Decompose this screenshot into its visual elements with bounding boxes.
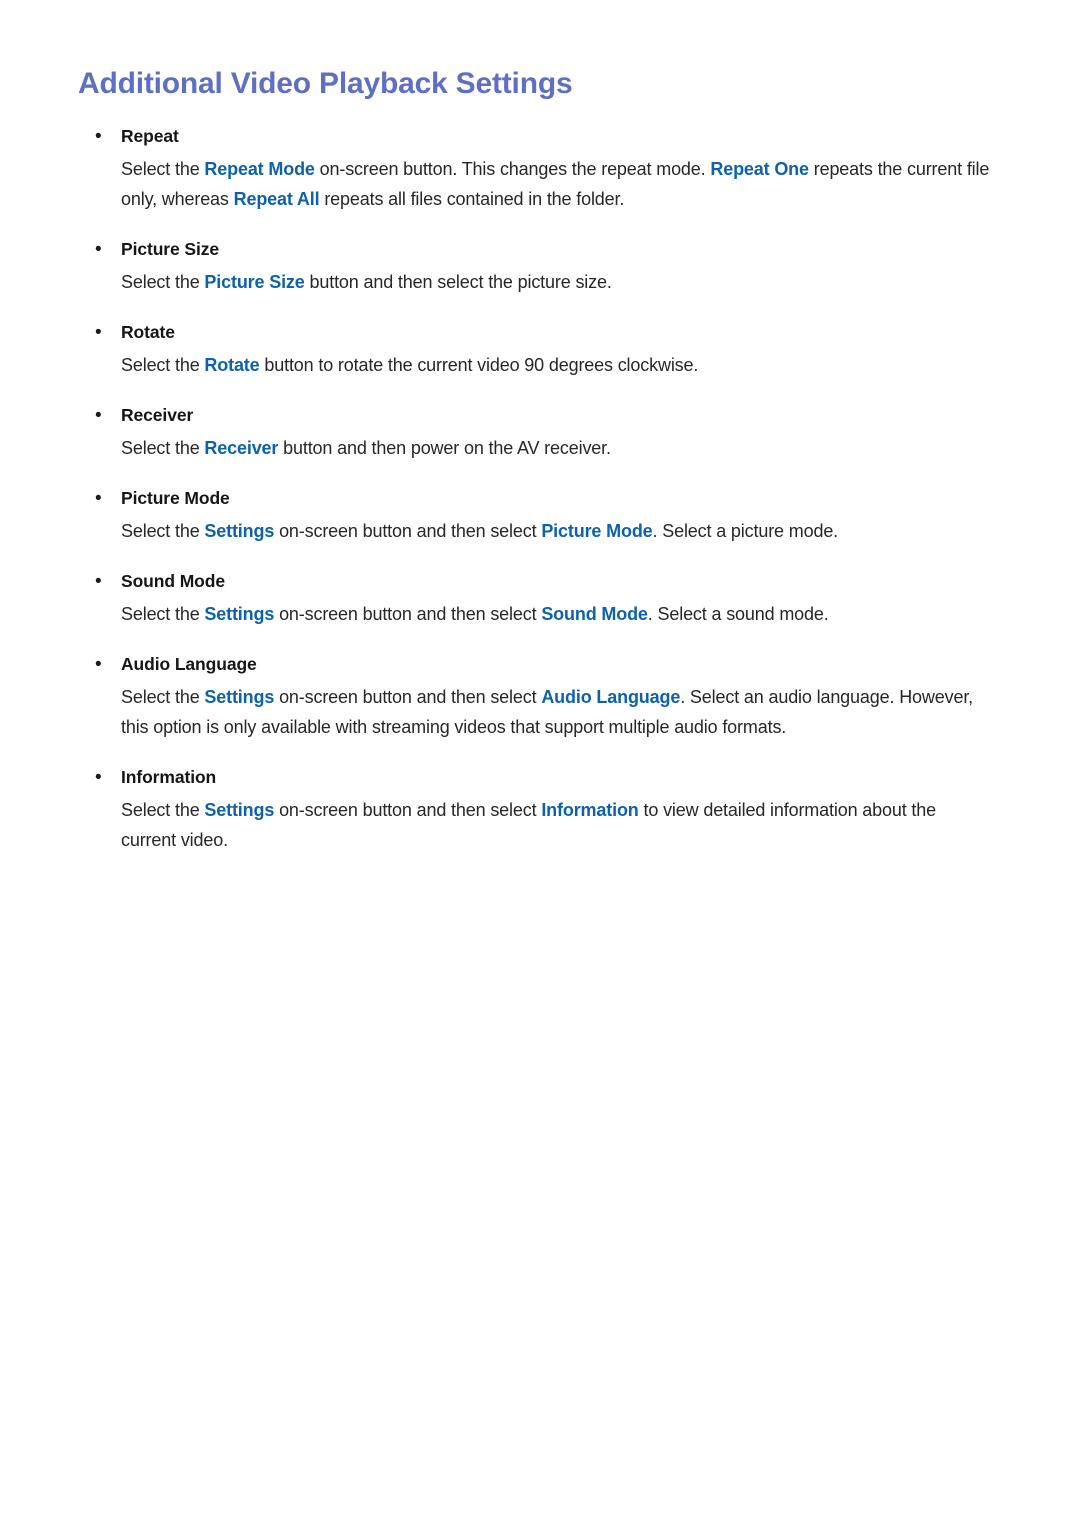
ui-term-reference[interactable]: Settings: [204, 521, 274, 541]
body-text: Select the: [121, 604, 205, 625]
section-label: Picture Size: [121, 239, 220, 260]
bullet-heading-row: • Repeat: [78, 123, 990, 150]
body-text: repeats all files contained in the folde…: [319, 189, 625, 210]
bullet-dot-icon: •: [95, 488, 102, 510]
settings-section: • Picture Size Select the Picture Size but…: [78, 236, 990, 297]
ui-term-reference[interactable]: Audio Language: [541, 687, 680, 707]
settings-section: • Rotate Select the Rotate button to rotat…: [78, 319, 990, 380]
body-text: on-screen button and then select: [274, 521, 542, 542]
settings-section: • Sound Mode Select the Settings on-screen…: [78, 568, 990, 629]
ui-term-reference[interactable]: Repeat All: [234, 189, 320, 209]
body-text: . Select a picture mode.: [652, 521, 839, 542]
bullet-heading-row: • Audio Language: [78, 651, 990, 678]
ui-term-reference[interactable]: Settings: [204, 604, 274, 624]
ui-term-reference[interactable]: Settings: [204, 687, 274, 707]
section-label: Repeat: [121, 126, 179, 147]
section-label: Information: [121, 767, 217, 788]
section-label: Picture Mode: [121, 488, 230, 509]
bullet-heading-row: • Picture Mode: [78, 485, 990, 512]
settings-section: • Receiver Select the Receiver button and …: [78, 402, 990, 463]
body-text: Select the: [121, 800, 205, 821]
section-description: Select the Picture Size button and then …: [78, 267, 990, 297]
section-description: Select the Settings on-screen button and…: [78, 795, 990, 855]
body-text: Select the: [121, 521, 205, 542]
ui-term-reference[interactable]: Repeat Mode: [204, 159, 315, 179]
bullet-dot-icon: •: [95, 322, 102, 344]
body-text: Select the: [121, 159, 205, 180]
bullet-dot-icon: •: [95, 767, 102, 789]
section-description: Select the Settings on-screen button and…: [78, 516, 990, 546]
settings-section: • Picture Mode Select the Settings on-scre…: [78, 485, 990, 546]
ui-term-reference[interactable]: Receiver: [204, 438, 278, 458]
section-description: Select the Settings on-screen button and…: [78, 599, 990, 629]
body-text: . Select a sound mode.: [647, 604, 829, 625]
bullet-heading-row: • Receiver: [78, 402, 990, 429]
body-text: on-screen button. This changes the repea…: [314, 159, 711, 180]
page-title: Additional Video Playback Settings: [78, 67, 573, 100]
document-page: Additional Video Playback Settings • Repe…: [0, 0, 1080, 1527]
ui-term-reference[interactable]: Information: [541, 800, 638, 820]
section-label: Receiver: [121, 405, 194, 426]
body-text: Select the: [121, 687, 205, 708]
section-label: Sound Mode: [121, 571, 225, 592]
body-text: Select the: [121, 272, 205, 293]
settings-section: • Repeat Select the Repeat Mode on-screen …: [78, 123, 990, 214]
section-description: Select the Repeat Mode on-screen button.…: [78, 154, 990, 214]
section-label: Audio Language: [121, 654, 257, 675]
section-label: Rotate: [121, 322, 175, 343]
ui-term-reference[interactable]: Sound Mode: [541, 604, 648, 624]
body-text: Select the: [121, 438, 205, 459]
body-text: Select the: [121, 355, 205, 376]
bullet-dot-icon: •: [95, 571, 102, 593]
ui-term-reference[interactable]: Repeat One: [710, 159, 809, 179]
bullet-heading-row: • Information: [78, 764, 990, 791]
body-text: button to rotate the current video 90 de…: [259, 355, 699, 376]
bullet-dot-icon: •: [95, 239, 102, 261]
body-text: button and then power on the AV receiver…: [278, 438, 611, 459]
body-text: on-screen button and then select: [274, 604, 542, 625]
settings-section: • Audio Language Select the Settings on-sc…: [78, 651, 990, 742]
bullet-heading-row: • Sound Mode: [78, 568, 990, 595]
bullet-heading-row: • Picture Size: [78, 236, 990, 263]
ui-term-reference[interactable]: Picture Mode: [541, 521, 652, 541]
settings-section: • Information Select the Settings on-scree…: [78, 764, 990, 855]
bullet-heading-row: • Rotate: [78, 319, 990, 346]
ui-term-reference[interactable]: Settings: [204, 800, 274, 820]
section-description: Select the Rotate button to rotate the c…: [78, 350, 990, 380]
section-description: Select the Settings on-screen button and…: [78, 682, 990, 742]
body-text: on-screen button and then select: [274, 687, 542, 708]
ui-term-reference[interactable]: Rotate: [204, 355, 259, 375]
bullet-dot-icon: •: [95, 654, 102, 676]
bullet-dot-icon: •: [95, 126, 102, 148]
settings-section-list: • Repeat Select the Repeat Mode on-screen …: [78, 123, 990, 855]
bullet-dot-icon: •: [95, 405, 102, 427]
body-text: on-screen button and then select: [274, 800, 542, 821]
section-description: Select the Receiver button and then powe…: [78, 433, 990, 463]
body-text: button and then select the picture size.: [304, 272, 612, 293]
ui-term-reference[interactable]: Picture Size: [204, 272, 304, 292]
